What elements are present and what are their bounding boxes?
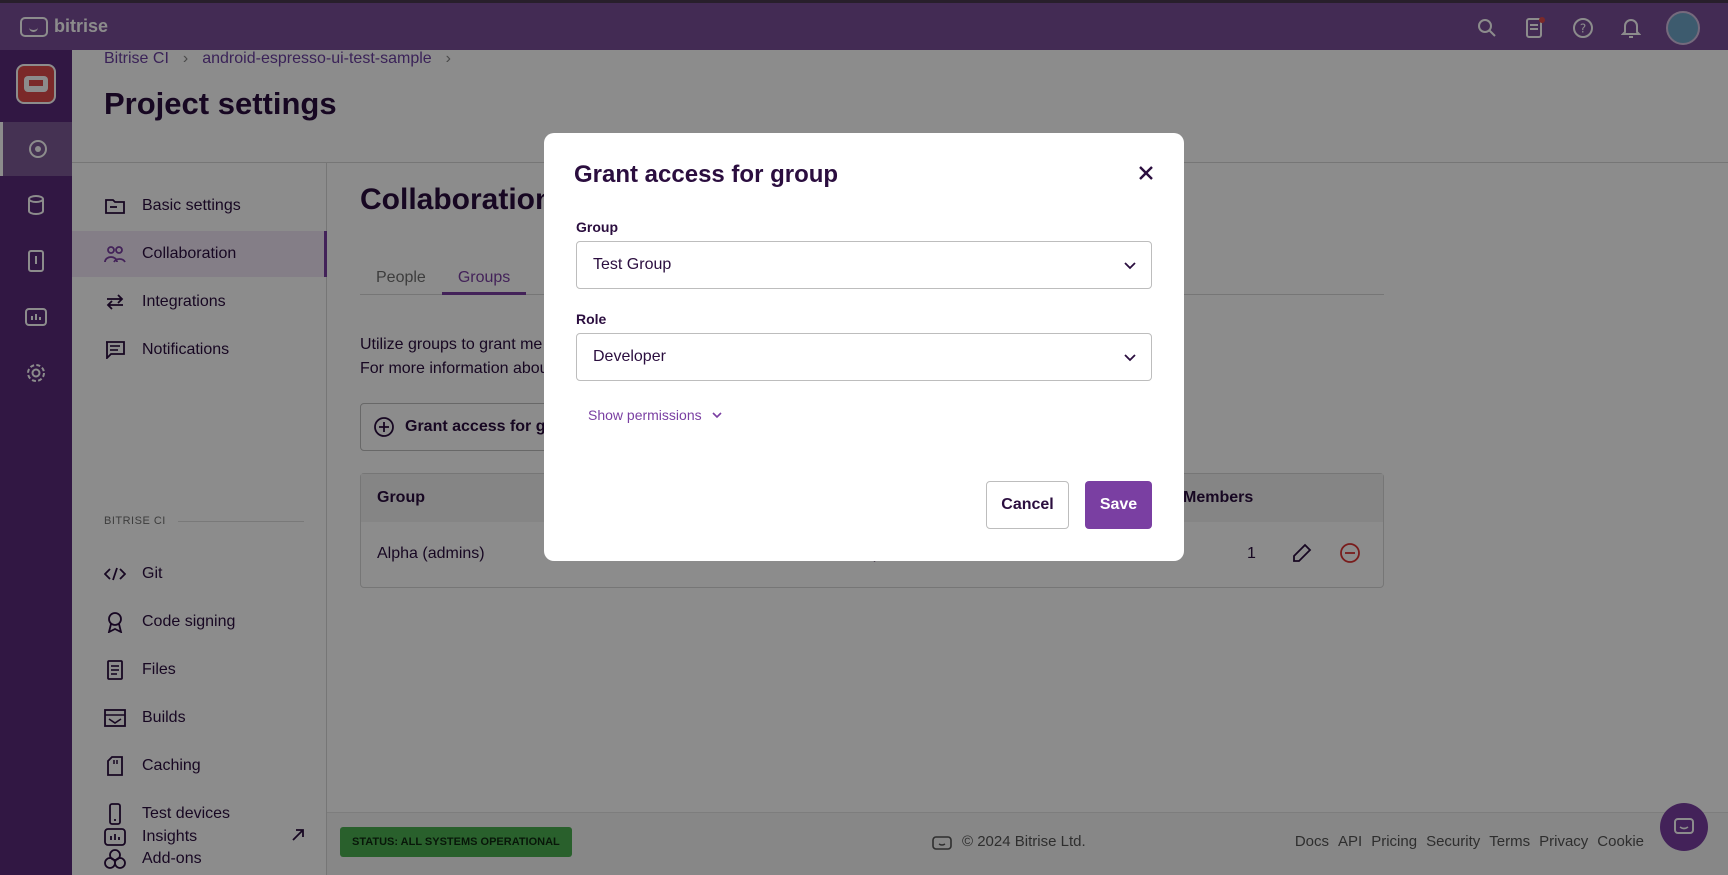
save-button[interactable]: Save <box>1085 481 1152 529</box>
role-select[interactable]: Developer <box>576 333 1152 381</box>
show-permissions-toggle[interactable]: Show permissions <box>588 407 722 423</box>
chevron-down-icon <box>712 412 722 419</box>
grant-access-dialog: Grant access for group Group Test Group … <box>544 133 1184 561</box>
role-select-value: Developer <box>593 348 666 365</box>
cancel-button[interactable]: Cancel <box>986 481 1069 529</box>
dialog-title: Grant access for group <box>574 161 839 188</box>
close-icon[interactable] <box>1134 161 1158 185</box>
show-permissions-label: Show permissions <box>588 407 702 423</box>
role-label: Role <box>576 311 607 327</box>
group-select-value: Test Group <box>593 256 672 273</box>
chevron-down-icon <box>1124 262 1136 270</box>
group-select[interactable]: Test Group <box>576 241 1152 289</box>
chevron-down-icon <box>1124 354 1136 362</box>
group-label: Group <box>576 219 618 235</box>
